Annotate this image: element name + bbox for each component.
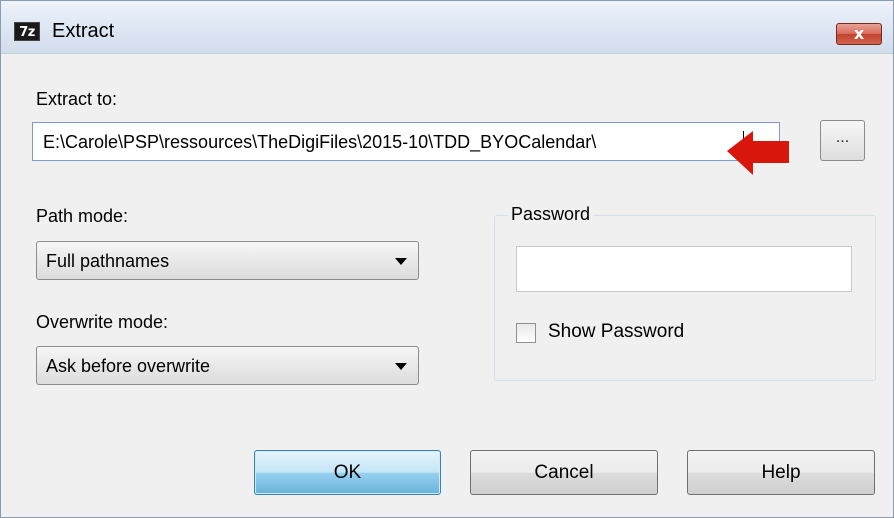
help-button[interactable]: Help [687, 450, 875, 495]
overwrite-mode-select[interactable]: Ask before overwrite [36, 346, 419, 385]
show-password-checkbox[interactable] [516, 323, 536, 343]
password-groupbox [494, 215, 876, 381]
red-arrow-annotation-icon [727, 131, 789, 175]
path-mode-select[interactable]: Full pathnames [36, 241, 419, 280]
browse-button[interactable]: ... [820, 120, 865, 161]
extract-dialog: 7z Extract x Extract to: E:\Carole\PSP\r… [0, 0, 894, 518]
password-input[interactable] [516, 246, 852, 292]
ok-button[interactable]: OK [254, 450, 441, 495]
title-bar[interactable]: 7z Extract x [1, 1, 893, 54]
chevron-down-icon [395, 363, 407, 370]
window-title: Extract [52, 20, 115, 42]
extract-path-value[interactable]: E:\Carole\PSP\ressources\TheDigiFiles\20… [43, 132, 596, 153]
overwrite-mode-label: Overwrite mode: [36, 312, 169, 332]
password-group-label: Password [508, 204, 594, 225]
chevron-down-icon [395, 258, 407, 265]
close-button[interactable]: x [836, 23, 882, 45]
cancel-button[interactable]: Cancel [470, 450, 658, 495]
extract-to-label: Extract to: [36, 89, 118, 109]
extract-path-combobox[interactable]: E:\Carole\PSP\ressources\TheDigiFiles\20… [32, 122, 780, 161]
path-mode-label: Path mode: [36, 206, 129, 226]
path-mode-selected-value: Full pathnames [46, 251, 170, 271]
overwrite-mode-selected-value: Ask before overwrite [46, 356, 211, 376]
7zip-app-icon: 7z [14, 22, 40, 41]
close-icon: x [853, 24, 865, 43]
show-password-label[interactable]: Show Password [548, 321, 684, 343]
